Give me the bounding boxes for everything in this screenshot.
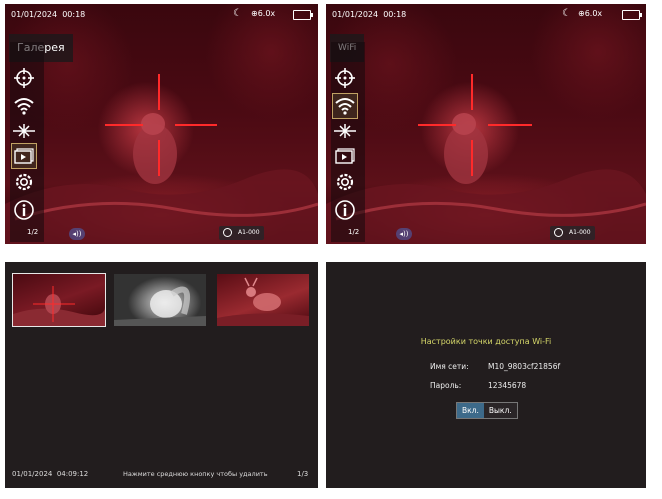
battery-icon [622,10,642,20]
zoom-indicator: ⊕6.0x [578,9,603,18]
password-value: 12345678 [488,381,527,390]
gallery-icon[interactable] [11,143,37,169]
night-mode-icon: ☾ [233,8,242,19]
settings-icon[interactable] [12,170,36,194]
wifi-toggle: Вкл. Выкл. [456,402,518,419]
status-bar: 01/01/2024 00:18 ☾ ⊕6.0x [5,4,318,26]
gallery-icon[interactable] [333,144,357,168]
password-label: Пароль: [430,381,462,390]
wifi-icon[interactable] [332,93,358,119]
battery-icon [293,10,313,20]
gallery-thumbnail[interactable] [217,274,309,326]
gallery-thumbnail[interactable] [12,273,106,327]
photo-date-time: 01/01/2024 04:09:12 [12,470,89,478]
date-time: 01/01/2024 00:18 [11,10,86,19]
info-icon[interactable] [333,198,357,222]
gallery-menu-screen: 01/01/2024 00:18 ☾ ⊕6.0x Галерея 1/2 ◂))… [5,4,318,244]
menu-page-number: 1/2 [348,228,360,236]
gallery-page-number: 1/3 [297,470,309,478]
menu-page-number: 1/2 [27,228,39,236]
gallery-view-screen: 01/01/2024 04:09:12 Нажмите среднюю кноп… [5,262,318,488]
wifi-on-button[interactable]: Вкл. [457,403,484,418]
settings-icon[interactable] [333,170,357,194]
recording-indicator: A1-000 [550,226,595,240]
info-icon[interactable] [12,198,36,222]
status-bar: 01/01/2024 00:18 ☾ ⊕6.0x [326,4,646,26]
wifi-status-icon: ◂)) [396,228,412,240]
wifi-off-button[interactable]: Выкл. [483,403,517,418]
gallery-thumbnail[interactable] [114,274,206,326]
night-vision-view [326,4,646,244]
brightness-icon[interactable] [12,119,36,143]
ssid-value: M10_9803cf21856f [488,362,561,371]
delete-hint: Нажмите среднюю кнопку чтобы удалить [123,470,268,478]
wifi-menu-screen: 01/01/2024 00:18 ☾ ⊕6.0x WiFi 1/2 ◂)) A1… [326,4,646,244]
wifi-status-icon: ◂)) [69,228,85,240]
brightness-icon[interactable] [333,119,357,143]
wifi-icon[interactable] [12,94,36,118]
wifi-settings-title: Настройки точки доступа Wi-Fi [420,337,552,346]
recording-indicator: A1-000 [219,226,264,240]
crosshair-icon[interactable] [12,66,36,90]
date-time: 01/01/2024 00:18 [332,10,407,19]
night-mode-icon: ☾ [562,8,571,19]
crosshair-icon[interactable] [333,66,357,90]
wifi-settings-screen: Настройки точки доступа Wi-Fi Имя сети: … [326,262,646,488]
ssid-label: Имя сети: [430,362,469,371]
zoom-indicator: ⊕6.0x [251,9,276,18]
